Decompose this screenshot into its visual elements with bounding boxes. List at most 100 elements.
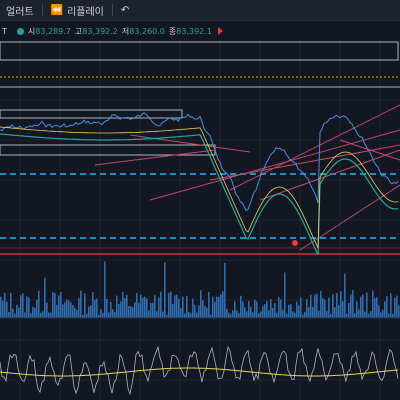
volume-bar <box>40 312 42 318</box>
volume-bar <box>200 290 202 318</box>
volume-bar <box>272 307 274 318</box>
volume-bar <box>224 263 226 318</box>
volume-bar <box>362 294 364 318</box>
volume-bar <box>120 301 122 318</box>
volume-bar <box>240 295 242 318</box>
volume-bar <box>126 294 128 318</box>
volume-bar <box>114 312 116 318</box>
volume-bar <box>318 310 320 318</box>
volume-bar <box>56 305 58 318</box>
volume-bar <box>258 313 260 318</box>
volume-bar <box>168 292 170 318</box>
volume-bar <box>302 314 304 318</box>
volume-bar <box>204 305 206 318</box>
volume-bar <box>64 302 66 318</box>
volume-bar <box>278 296 280 318</box>
volume-bar <box>76 309 78 318</box>
volume-bar <box>216 296 218 318</box>
volume-bar <box>234 301 236 318</box>
volume-bar <box>186 296 188 318</box>
volume-bar <box>366 292 368 318</box>
volume-bar <box>28 297 30 318</box>
volume-bar <box>68 300 70 318</box>
volume-bar <box>152 302 154 318</box>
volume-bar <box>42 311 44 318</box>
volume-bar <box>92 292 94 318</box>
volume-bar <box>194 304 196 318</box>
volume-bar <box>324 299 326 318</box>
volume-bar <box>284 272 286 318</box>
volume-bar <box>222 291 224 318</box>
volume-bar <box>282 309 284 318</box>
volume-bar <box>374 298 376 318</box>
volume-bar <box>174 295 176 318</box>
volume-bar <box>128 306 130 318</box>
volume-bar <box>190 313 192 318</box>
volume-bar <box>158 297 160 318</box>
volume-bar <box>214 301 216 318</box>
volume-bar <box>20 295 22 318</box>
volume-bar <box>230 314 232 318</box>
volume-bar <box>88 306 90 318</box>
volume-bar <box>326 310 328 318</box>
volume-bar <box>246 311 248 318</box>
volume-bar <box>12 308 14 318</box>
volume-bar <box>208 292 210 318</box>
volume-bar <box>58 295 60 318</box>
volume-bar <box>338 305 340 318</box>
volume-bar <box>280 299 282 318</box>
volume-bar <box>72 305 74 318</box>
volume-bar <box>248 301 250 318</box>
chart-grid <box>0 40 400 400</box>
volume-bar <box>378 305 380 318</box>
range-box <box>0 109 183 119</box>
volume-bar <box>336 292 338 318</box>
volume-bar <box>348 302 350 318</box>
volume-bar <box>356 301 358 318</box>
chart-canvas[interactable] <box>0 0 400 400</box>
volume-bar <box>4 292 6 318</box>
volume-bar <box>140 294 142 318</box>
volume-bar <box>330 314 332 318</box>
trend-line <box>339 139 400 161</box>
volume-bar <box>290 304 292 318</box>
volume-bar <box>276 312 278 318</box>
volume-bar <box>364 311 366 318</box>
marker-icon <box>292 240 298 246</box>
volume-bar <box>74 307 76 318</box>
volume-bar <box>116 295 118 318</box>
volume-bar <box>38 290 40 318</box>
volume-bar <box>10 292 12 318</box>
volume-bar <box>182 296 184 318</box>
volume-bar <box>148 310 150 318</box>
volume-bar <box>22 293 24 318</box>
volume-bar <box>18 307 20 318</box>
volume-bar <box>346 313 348 318</box>
volume-bar <box>250 306 252 318</box>
volume-bar <box>134 302 136 318</box>
volume-bar <box>202 300 204 318</box>
volume-bar <box>380 312 382 318</box>
volume-bar <box>96 298 98 318</box>
volume-bar <box>36 299 38 318</box>
volume-bar <box>262 306 264 318</box>
volume-bar <box>146 298 148 318</box>
volume-bar <box>242 301 244 318</box>
volume-bar <box>252 312 254 318</box>
volume-bar <box>84 293 86 318</box>
volume-bar <box>50 312 52 318</box>
volume-bar <box>24 312 26 318</box>
volume-bar <box>162 311 164 318</box>
volume-bar <box>160 291 162 318</box>
volume-bar <box>106 298 108 318</box>
volume-bar <box>62 304 64 318</box>
volume-bar <box>176 294 178 318</box>
volume-bar <box>390 293 392 318</box>
volume-bar <box>2 300 4 318</box>
volume-bar <box>322 298 324 318</box>
volume-bar <box>184 313 186 318</box>
volume-bar <box>398 305 400 318</box>
volume-bar <box>304 312 306 318</box>
volume-bar <box>328 297 330 318</box>
volume-bar <box>112 309 114 318</box>
